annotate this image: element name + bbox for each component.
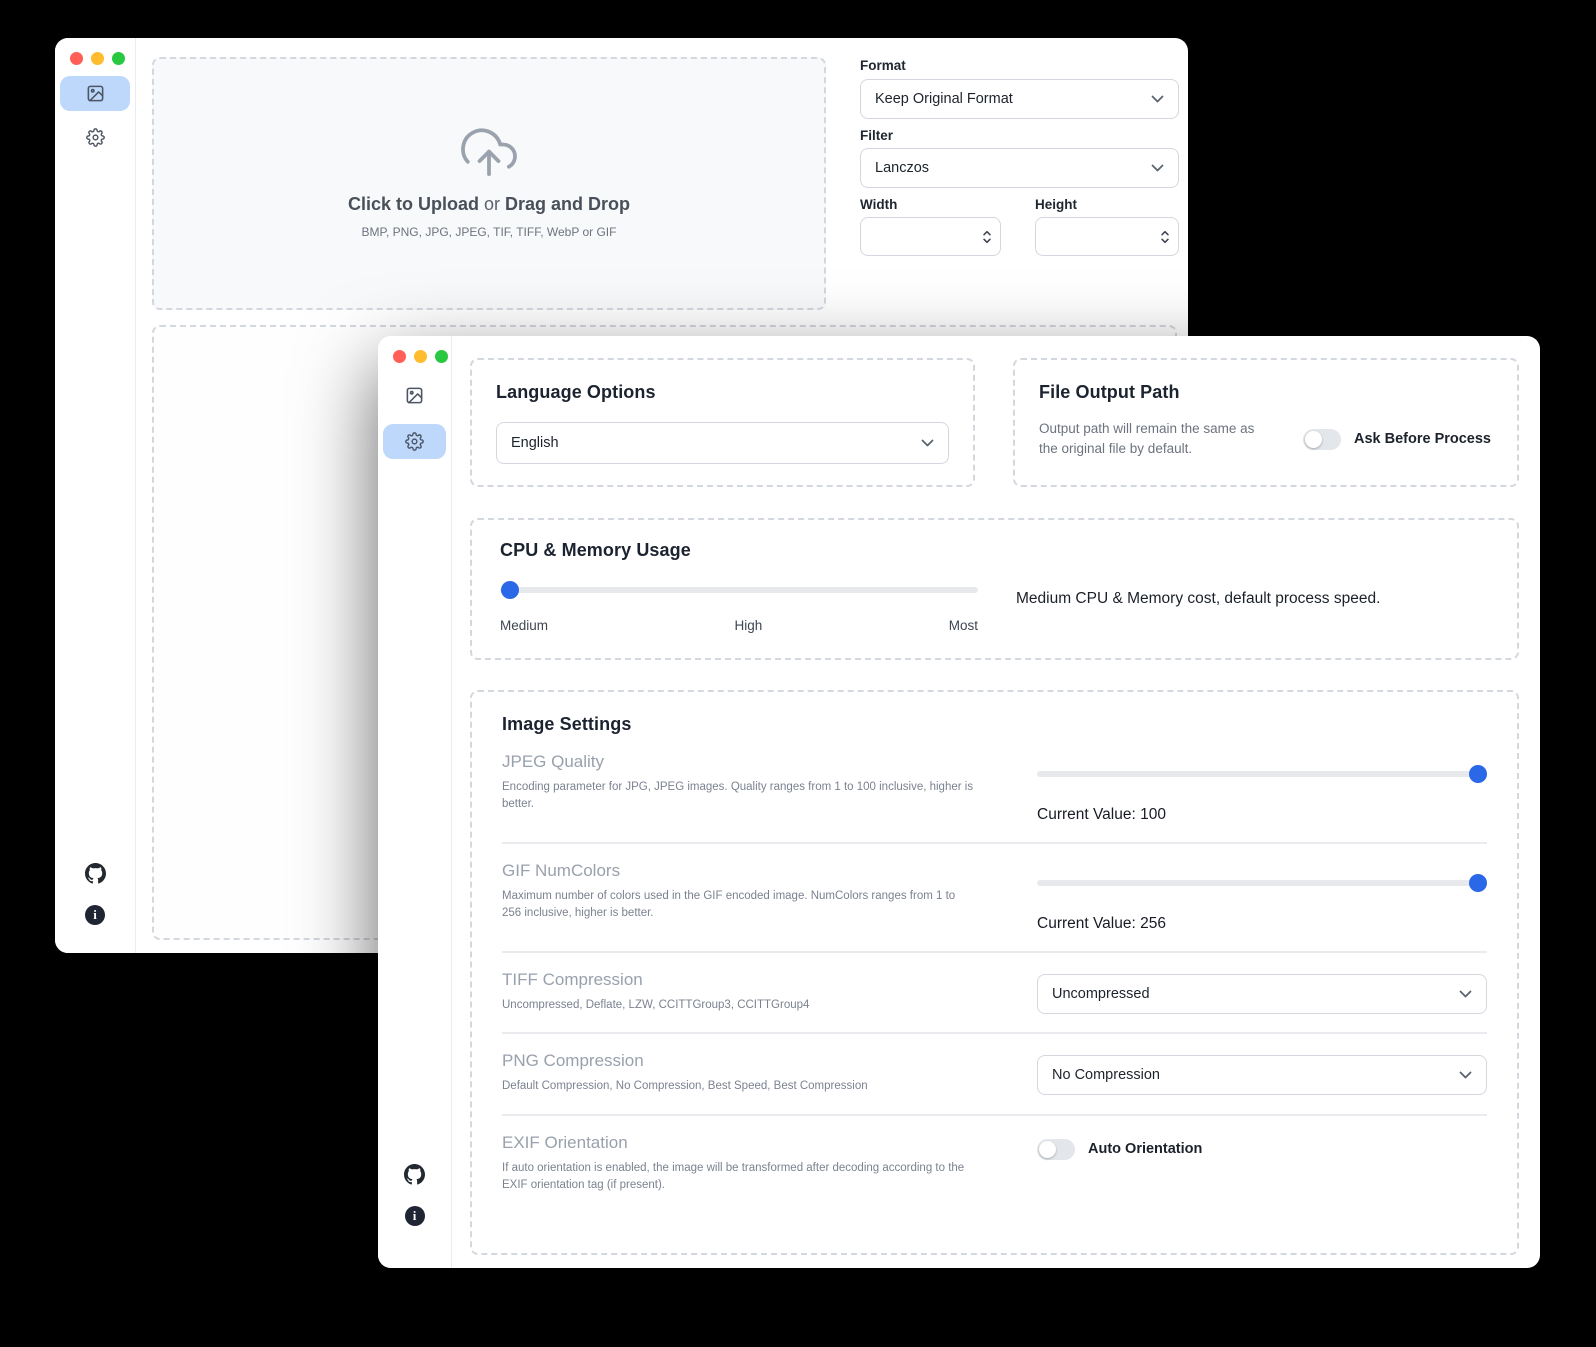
file-output-path-title: File Output Path [1039,382,1493,403]
dropzone-title-or: or [484,194,500,214]
filter-select[interactable]: Lanczos [860,148,1179,188]
tiff-compression-value: Uncompressed [1052,986,1150,1002]
cpu-status-text: Medium CPU & Memory cost, default proces… [1016,590,1380,633]
cpu-memory-title: CPU & Memory Usage [500,540,1489,561]
slider-thumb[interactable] [1469,765,1487,783]
tiff-compression-title: TIFF Compression [502,970,977,990]
exif-orientation-description: If auto orientation is enabled, the imag… [502,1160,974,1195]
png-compression-select[interactable]: No Compression [1037,1055,1487,1095]
tiff-compression-description: Uncompressed, Deflate, LZW, CCITTGroup3,… [502,997,974,1014]
image-settings-card: Image Settings JPEG Quality Encoding par… [470,690,1519,1255]
settings-window: i Language Options English File Output P… [378,336,1540,1268]
language-options-title: Language Options [496,382,949,403]
png-compression-description: Default Compression, No Compression, Bes… [502,1078,974,1095]
dropzone-formats: BMP, PNG, JPG, JPEG, TIF, TIFF, WebP or … [362,225,617,239]
png-compression-title: PNG Compression [502,1051,977,1071]
info-icon[interactable]: i [405,1206,425,1226]
width-label: Width [860,197,897,212]
slider-thumb[interactable] [501,581,519,599]
info-icon[interactable]: i [85,905,105,925]
slider-thumb[interactable] [1469,874,1487,892]
gif-numcolors-row: GIF NumColors Maximum number of colors u… [502,842,1487,951]
minimize-button[interactable] [91,52,104,65]
png-compression-value: No Compression [1052,1067,1160,1083]
chevron-down-icon [1459,1071,1472,1079]
width-input[interactable] [860,217,1001,256]
window-controls [70,52,125,65]
sidebar-item-settings[interactable] [60,120,130,155]
chevron-down-icon [1459,990,1472,998]
png-compression-row: PNG Compression Default Compression, No … [502,1032,1487,1113]
github-icon[interactable] [404,1164,425,1185]
sidebar-item-images[interactable] [383,378,446,413]
stepper-arrows-icon[interactable] [982,229,992,244]
gif-numcolors-description: Maximum number of colors used in the GIF… [502,888,974,923]
dropzone-title-upload: Click to Upload [348,194,479,214]
tiff-compression-select[interactable]: Uncompressed [1037,974,1487,1014]
upload-dropzone[interactable]: Click to UploadorDrag and Drop BMP, PNG,… [152,57,826,310]
filter-select-value: Lanczos [875,160,929,176]
output-path-description: Output path will remain the same as the … [1039,419,1275,460]
chevron-down-icon [921,439,934,447]
exif-orientation-row: EXIF Orientation If auto orientation is … [502,1114,1487,1213]
language-options-card: Language Options English [470,358,975,487]
sidebar: i [55,38,136,953]
sidebar-item-images[interactable] [60,76,130,111]
format-select[interactable]: Keep Original Format [860,79,1179,119]
height-field-wrap [1035,217,1179,256]
chevron-down-icon [1151,95,1164,103]
cpu-memory-card: CPU & Memory Usage Medium High Most Medi… [470,518,1519,660]
ask-before-process-toggle[interactable] [1303,429,1341,450]
jpeg-quality-current-value: Current Value: 100 [1037,806,1487,824]
minimize-button[interactable] [414,350,427,363]
close-button[interactable] [393,350,406,363]
tiff-compression-row: TIFF Compression Uncompressed, Deflate, … [502,951,1487,1032]
sidebar-item-settings[interactable] [383,424,446,459]
github-icon[interactable] [85,863,106,884]
language-select[interactable]: English [496,422,949,464]
filter-label: Filter [860,128,893,143]
gear-icon [405,432,424,451]
jpeg-quality-row: JPEG Quality Encoding parameter for JPG,… [502,735,1487,842]
chevron-down-icon [1151,164,1164,172]
cpu-tick-most: Most [949,618,978,633]
gear-icon [86,128,105,147]
dropzone-title-drag: Drag and Drop [505,194,630,214]
cloud-upload-icon [458,128,520,180]
desktop-background: i Click to UploadorDrag and Drop BMP, PN… [0,0,1596,1347]
zoom-button[interactable] [112,52,125,65]
window-controls [393,350,448,363]
image-settings-title: Image Settings [502,714,1487,735]
file-output-path-card: File Output Path Output path will remain… [1013,358,1519,487]
cpu-slider-ticks: Medium High Most [500,618,978,633]
format-label: Format [860,58,906,73]
height-input[interactable] [1035,217,1179,256]
image-icon [86,84,105,103]
width-field-wrap [860,217,1001,256]
gif-numcolors-title: GIF NumColors [502,861,977,881]
ask-before-process-label: Ask Before Process [1354,431,1491,447]
zoom-button[interactable] [435,350,448,363]
image-icon [405,386,424,405]
format-select-value: Keep Original Format [875,91,1013,107]
auto-orientation-label: Auto Orientation [1088,1141,1202,1157]
auto-orientation-toggle[interactable] [1037,1139,1075,1160]
height-label: Height [1035,197,1077,212]
sidebar: i [378,336,452,1268]
close-button[interactable] [70,52,83,65]
exif-orientation-title: EXIF Orientation [502,1133,977,1153]
gif-numcolors-current-value: Current Value: 256 [1037,915,1487,933]
cpu-tick-medium: Medium [500,618,548,633]
stepper-arrows-icon[interactable] [1160,229,1170,244]
jpeg-quality-slider[interactable] [1037,765,1487,783]
gif-numcolors-slider[interactable] [1037,874,1487,892]
jpeg-quality-title: JPEG Quality [502,752,977,772]
cpu-tick-high: High [734,618,762,633]
jpeg-quality-description: Encoding parameter for JPG, JPEG images.… [502,779,974,814]
language-select-value: English [511,435,559,451]
dropzone-title: Click to UploadorDrag and Drop [348,194,630,215]
cpu-memory-slider[interactable] [500,581,978,599]
